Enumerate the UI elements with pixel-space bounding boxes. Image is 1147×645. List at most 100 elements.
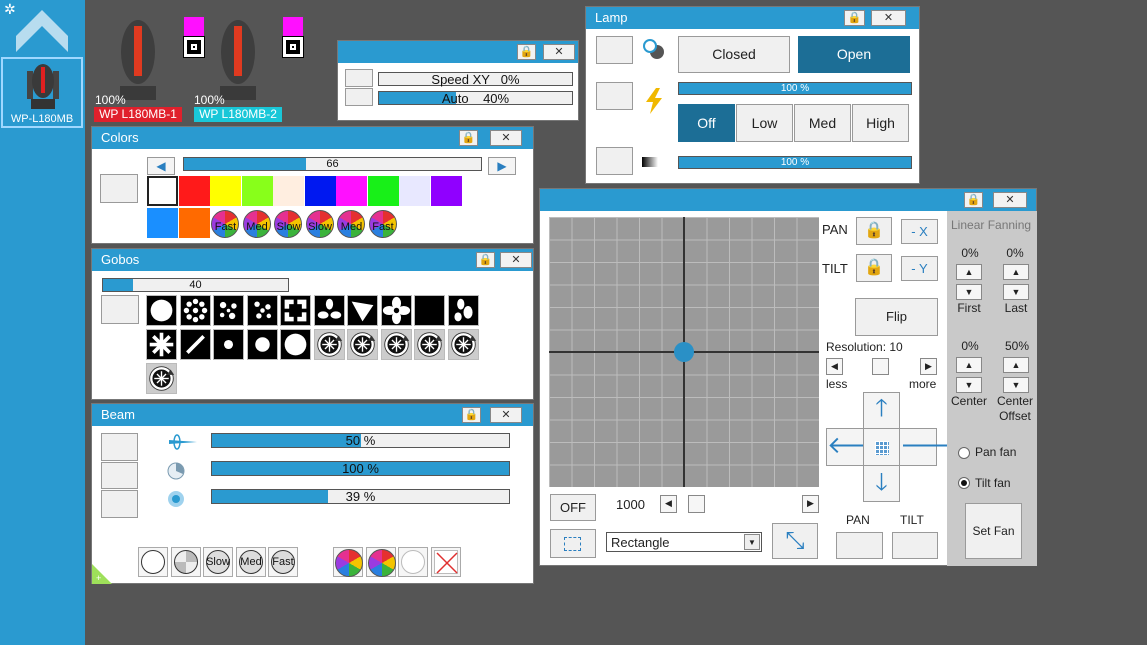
pan-fan-radio[interactable] <box>958 447 970 459</box>
color-wheel-button[interactable]: Fast <box>210 209 241 239</box>
beam-bottom-button[interactable] <box>171 547 201 577</box>
center-down-button[interactable]: ▼ <box>956 377 982 393</box>
lock-button[interactable]: 🔒 <box>459 130 478 146</box>
beam-bottom-button[interactable] <box>398 547 428 577</box>
rotating-gobo-icon[interactable] <box>414 329 445 360</box>
gobo-icon[interactable] <box>179 329 211 360</box>
color-swatch[interactable] <box>178 176 210 206</box>
gobo-icon[interactable] <box>447 295 479 326</box>
beam-bar[interactable]: 50 % <box>211 433 510 448</box>
dimmer-macro-button[interactable] <box>596 147 633 175</box>
strobe-bar[interactable]: 100 % <box>678 82 912 95</box>
color-swatch[interactable] <box>399 176 430 206</box>
shape-icon-button[interactable] <box>550 529 596 558</box>
color-swatch[interactable] <box>147 208 178 238</box>
close-button[interactable]: ✕ <box>490 407 522 423</box>
gobo-icon[interactable] <box>146 329 177 360</box>
rotating-gobo-icon[interactable] <box>447 329 479 360</box>
dimmer-bar[interactable]: 100 % <box>678 156 912 169</box>
speed-xy-bar[interactable]: Speed XY 0% <box>378 72 573 86</box>
tilt-lock-button[interactable]: 🔒 <box>856 254 892 282</box>
gobo-icon[interactable] <box>347 295 378 326</box>
beam-bottom-button[interactable]: Med <box>236 547 266 577</box>
beam-bar[interactable]: 100 % <box>211 461 510 476</box>
move-right-button[interactable]: 🡒 <box>899 428 964 466</box>
move-up-button[interactable]: 🡑 <box>863 392 900 429</box>
auto-bar[interactable]: Auto 40% <box>378 91 573 105</box>
pantilt-grid[interactable] <box>549 217 819 487</box>
color-swatch[interactable] <box>336 176 367 206</box>
auto-button[interactable] <box>345 88 373 106</box>
effect-speed-thumb[interactable] <box>688 495 705 513</box>
tilt-value-button[interactable] <box>892 532 938 559</box>
color-wheel-button[interactable]: Fast <box>368 209 399 239</box>
speed-xy-button[interactable] <box>345 69 373 87</box>
gobos-slider[interactable]: 40 <box>102 278 289 292</box>
gobo-icon[interactable] <box>213 329 244 360</box>
color-wheel-button[interactable]: Slow <box>273 209 304 239</box>
last-down-button[interactable]: ▼ <box>1003 284 1029 300</box>
lock-button[interactable]: 🔒 <box>517 44 536 60</box>
colors-slider[interactable]: 66 <box>183 157 482 171</box>
first-up-button[interactable]: ▲ <box>956 264 982 280</box>
invert-x-button[interactable]: - X <box>901 219 938 244</box>
rotating-gobo-icon[interactable] <box>380 329 412 360</box>
gobos-macro-button[interactable] <box>101 295 139 324</box>
slider-left-button[interactable]: ◀ <box>147 157 175 175</box>
color-swatch[interactable] <box>430 176 462 206</box>
gobo-icon[interactable] <box>313 295 345 326</box>
rotating-gobo-icon[interactable] <box>146 363 177 394</box>
swap-button[interactable]: ⤡ <box>772 523 818 559</box>
gobo-icon[interactable] <box>380 295 412 326</box>
shutter-macro-button[interactable] <box>596 36 633 64</box>
last-up-button[interactable]: ▲ <box>1003 264 1029 280</box>
lock-button[interactable]: 🔒 <box>844 10 865 26</box>
tilt-fan-radio[interactable] <box>958 477 970 489</box>
lamp-power-low-button[interactable]: Low <box>736 104 793 142</box>
resolution-more-button[interactable]: ▶ <box>920 358 937 375</box>
beam-bottom-button[interactable] <box>431 547 461 577</box>
off-button[interactable]: OFF <box>550 494 596 521</box>
rotating-gobo-icon[interactable] <box>313 329 345 360</box>
slider-right-button[interactable]: ▶ <box>488 157 516 175</box>
beam-bottom-button[interactable] <box>333 547 363 577</box>
center-up-button[interactable]: ▲ <box>956 357 982 373</box>
up-chevron-icon[interactable] <box>16 10 68 52</box>
move-down-button[interactable]: 🡓 <box>863 465 900 502</box>
fixture-1[interactable]: 100% WP L180MB-1 <box>94 14 184 124</box>
beam-button-2[interactable] <box>101 462 138 489</box>
set-fan-button[interactable]: Set Fan <box>965 503 1022 559</box>
effect-speed-right[interactable]: ▶ <box>802 495 819 513</box>
color-swatch[interactable] <box>304 176 336 206</box>
rotating-gobo-icon[interactable] <box>347 329 378 360</box>
beam-bottom-button[interactable]: Fast <box>268 547 298 577</box>
beam-bottom-button[interactable] <box>366 547 396 577</box>
shutter-closed-button[interactable]: Closed <box>678 36 790 73</box>
lock-button[interactable]: 🔒 <box>476 252 495 268</box>
beam-bottom-button[interactable] <box>138 547 168 577</box>
resolution-less-button[interactable]: ◀ <box>826 358 843 375</box>
gobo-icon[interactable] <box>213 295 244 326</box>
lamp-power-med-button[interactable]: Med <box>794 104 851 142</box>
lock-button[interactable]: 🔒 <box>462 407 481 423</box>
position-dot[interactable] <box>674 342 694 362</box>
gobo-icon[interactable] <box>280 329 311 360</box>
fixture-2[interactable]: 100% WP L180MB-2 <box>194 14 284 124</box>
color-swatch[interactable] <box>178 208 210 238</box>
close-button[interactable]: ✕ <box>993 192 1027 208</box>
move-left-button[interactable]: 🡐 <box>826 428 891 466</box>
gobo-icon[interactable] <box>414 295 445 326</box>
effect-speed-left[interactable]: ◀ <box>660 495 677 513</box>
first-down-button[interactable]: ▼ <box>956 284 982 300</box>
fixture-card[interactable]: WP-L180MB <box>1 57 83 128</box>
color-swatch[interactable] <box>147 176 178 206</box>
gobo-icon[interactable] <box>246 295 278 326</box>
offset-up-button[interactable]: ▲ <box>1003 357 1029 373</box>
lamp-power-off-button[interactable]: Off <box>678 104 735 142</box>
shutter-open-button[interactable]: Open <box>798 36 910 73</box>
color-wheel-button[interactable]: Med <box>336 209 367 239</box>
pan-value-button[interactable] <box>836 532 883 559</box>
strobe-macro-button[interactable] <box>596 82 633 110</box>
beam-bottom-button[interactable]: Slow <box>203 547 233 577</box>
color-wheel-button[interactable]: Slow <box>305 209 336 239</box>
